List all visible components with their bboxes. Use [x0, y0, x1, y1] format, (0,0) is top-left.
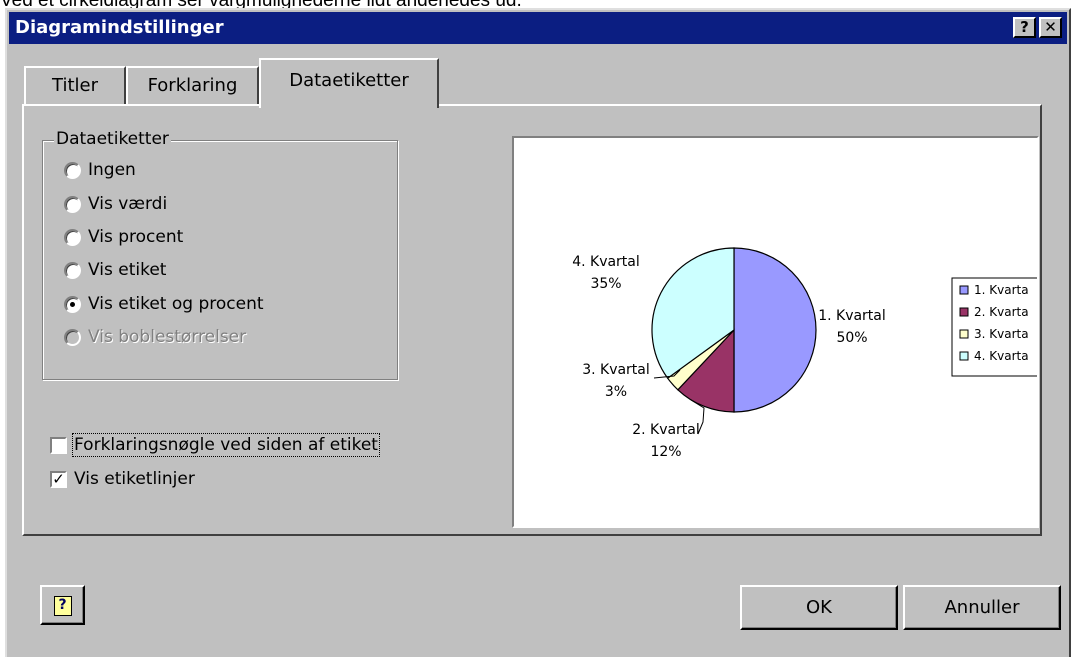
radio-label: Ingen — [88, 160, 136, 180]
pie-slice — [733, 247, 817, 413]
legend-entry: 3. Kvarta — [974, 327, 1029, 341]
data-label: 2. Kvartal — [632, 422, 700, 438]
radio-label: Vis procent — [88, 227, 184, 247]
checkbox[interactable] — [50, 436, 67, 454]
help-button[interactable]: ? — [40, 585, 85, 625]
radio-vis-boblestoerrelser: Vis boblestørrelser — [64, 323, 246, 351]
data-label: 3. Kvartal — [582, 362, 650, 378]
checkbox-checked[interactable]: ✓ — [50, 470, 67, 488]
checkbox-legend-key[interactable]: Forklaringsnøgle ved siden af etiket — [50, 432, 380, 458]
checkbox-leader-lines[interactable]: ✓ Vis etiketlinjer — [50, 466, 195, 492]
legend-swatch — [959, 307, 969, 317]
radio-button-disabled — [64, 328, 81, 346]
legend-entry: 1. Kvarta — [974, 283, 1029, 297]
cancel-button[interactable]: Annuller — [903, 585, 1061, 630]
radio-button[interactable] — [64, 161, 81, 179]
help-icon: ? — [53, 596, 72, 616]
checkbox-label: Forklaringsnøgle ved siden af etiket — [72, 433, 380, 457]
radio-vis-procent[interactable]: Vis procent — [64, 223, 183, 251]
radio-vis-etiket-og-procent[interactable]: Vis etiket og procent — [64, 290, 264, 318]
radio-button[interactable] — [64, 195, 81, 213]
dialog-title: Diagramindstillinger — [15, 17, 224, 38]
radio-ingen[interactable]: Ingen — [64, 156, 136, 184]
tab-dataetiketter[interactable]: Dataetiketter — [259, 58, 439, 108]
legend-swatch — [959, 285, 969, 295]
data-label: 1. Kvartal — [818, 308, 886, 324]
radio-label: Vis etiket — [88, 260, 167, 280]
checkbox-label: Vis etiketlinjer — [74, 469, 195, 489]
data-label-percent: 35% — [590, 276, 621, 292]
titlebar-help-button[interactable]: ? — [1013, 17, 1036, 38]
titlebar-close-button[interactable]: ✕ — [1039, 17, 1062, 38]
pie-chart: 1. Kvartal 50% 2. Kvartal 12% 3. Kvartal 3% 4.… — [572, 247, 1037, 460]
data-label: 4. Kvartal — [572, 254, 640, 270]
legend-entry: 2. Kvarta — [974, 305, 1029, 319]
ok-button[interactable]: OK — [740, 585, 898, 630]
data-label-percent: 3% — [605, 384, 627, 400]
radio-button[interactable] — [64, 228, 81, 246]
tab-titler[interactable]: Titler — [24, 66, 126, 106]
tab-forklaring[interactable]: Forklaring — [126, 66, 259, 106]
radio-vis-etiket[interactable]: Vis etiket — [64, 256, 166, 284]
radio-vis-vaerdi[interactable]: Vis værdi — [64, 190, 167, 218]
legend-swatch — [959, 329, 969, 339]
legend-swatch — [959, 351, 969, 361]
title-bar[interactable]: Diagramindstillinger ? ✕ — [9, 12, 1067, 44]
radio-label: Vis værdi — [88, 194, 168, 214]
group-legend: Dataetiketter — [54, 129, 171, 149]
legend-entry: 4. Kvarta — [974, 349, 1029, 363]
radio-button[interactable] — [64, 261, 81, 279]
radio-button-selected[interactable] — [64, 295, 81, 313]
data-label-percent: 12% — [650, 444, 681, 460]
radio-label: Vis boblestørrelser — [88, 327, 247, 347]
data-label-percent: 50% — [836, 330, 867, 346]
chart-preview: 1. Kvartal 50% 2. Kvartal 12% 3. Kvartal 3% 4.… — [512, 136, 1039, 528]
radio-label: Vis etiket og procent — [88, 294, 264, 314]
